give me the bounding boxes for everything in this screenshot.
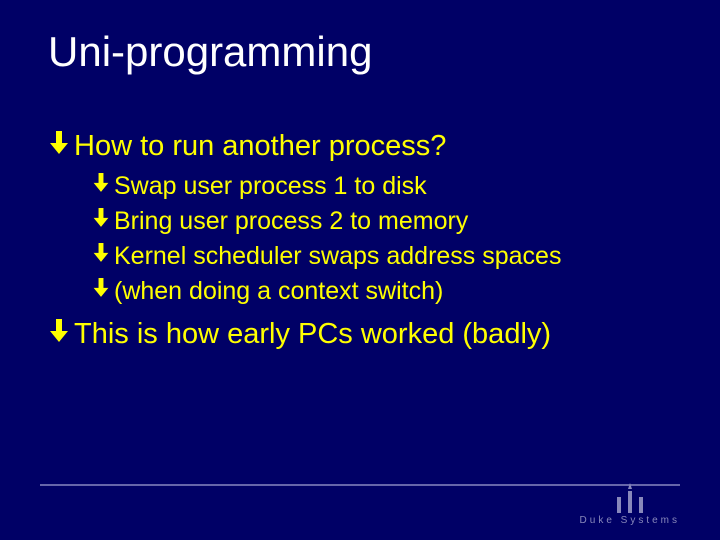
arrow-down-icon	[92, 205, 114, 229]
arrow-down-icon	[48, 128, 74, 156]
bullet-text: This is how early PCs worked (badly)	[74, 316, 551, 352]
bullet-level2: Swap user process 1 to disk	[92, 170, 720, 203]
bullet-level2: Kernel scheduler swaps address spaces	[92, 240, 720, 273]
bullet-text: How to run another process?	[74, 128, 446, 164]
bullet-level2: Bring user process 2 to memory	[92, 205, 720, 238]
bullet-level1: This is how early PCs worked (badly)	[48, 316, 720, 352]
sub-bullets: Swap user process 1 to disk Bring user p…	[48, 166, 720, 316]
bullet-text: Swap user process 1 to disk	[114, 170, 427, 203]
footer-logo: Duke Systems	[580, 483, 680, 526]
chapel-icon	[613, 483, 647, 513]
arrow-down-icon	[92, 275, 114, 299]
arrow-down-icon	[48, 316, 74, 344]
bullet-level2: (when doing a context switch)	[92, 275, 720, 308]
bullet-text: (when doing a context switch)	[114, 275, 443, 308]
bullet-text: Bring user process 2 to memory	[114, 205, 468, 238]
page-title: Uni-programming	[0, 0, 720, 76]
arrow-down-icon	[92, 170, 114, 194]
content-area: How to run another process? Swap user pr…	[0, 76, 720, 353]
bullet-level1: How to run another process?	[48, 128, 720, 164]
bullet-text: Kernel scheduler swaps address spaces	[114, 240, 561, 273]
footer-brand-text: Duke Systems	[580, 515, 680, 526]
arrow-down-icon	[92, 240, 114, 264]
